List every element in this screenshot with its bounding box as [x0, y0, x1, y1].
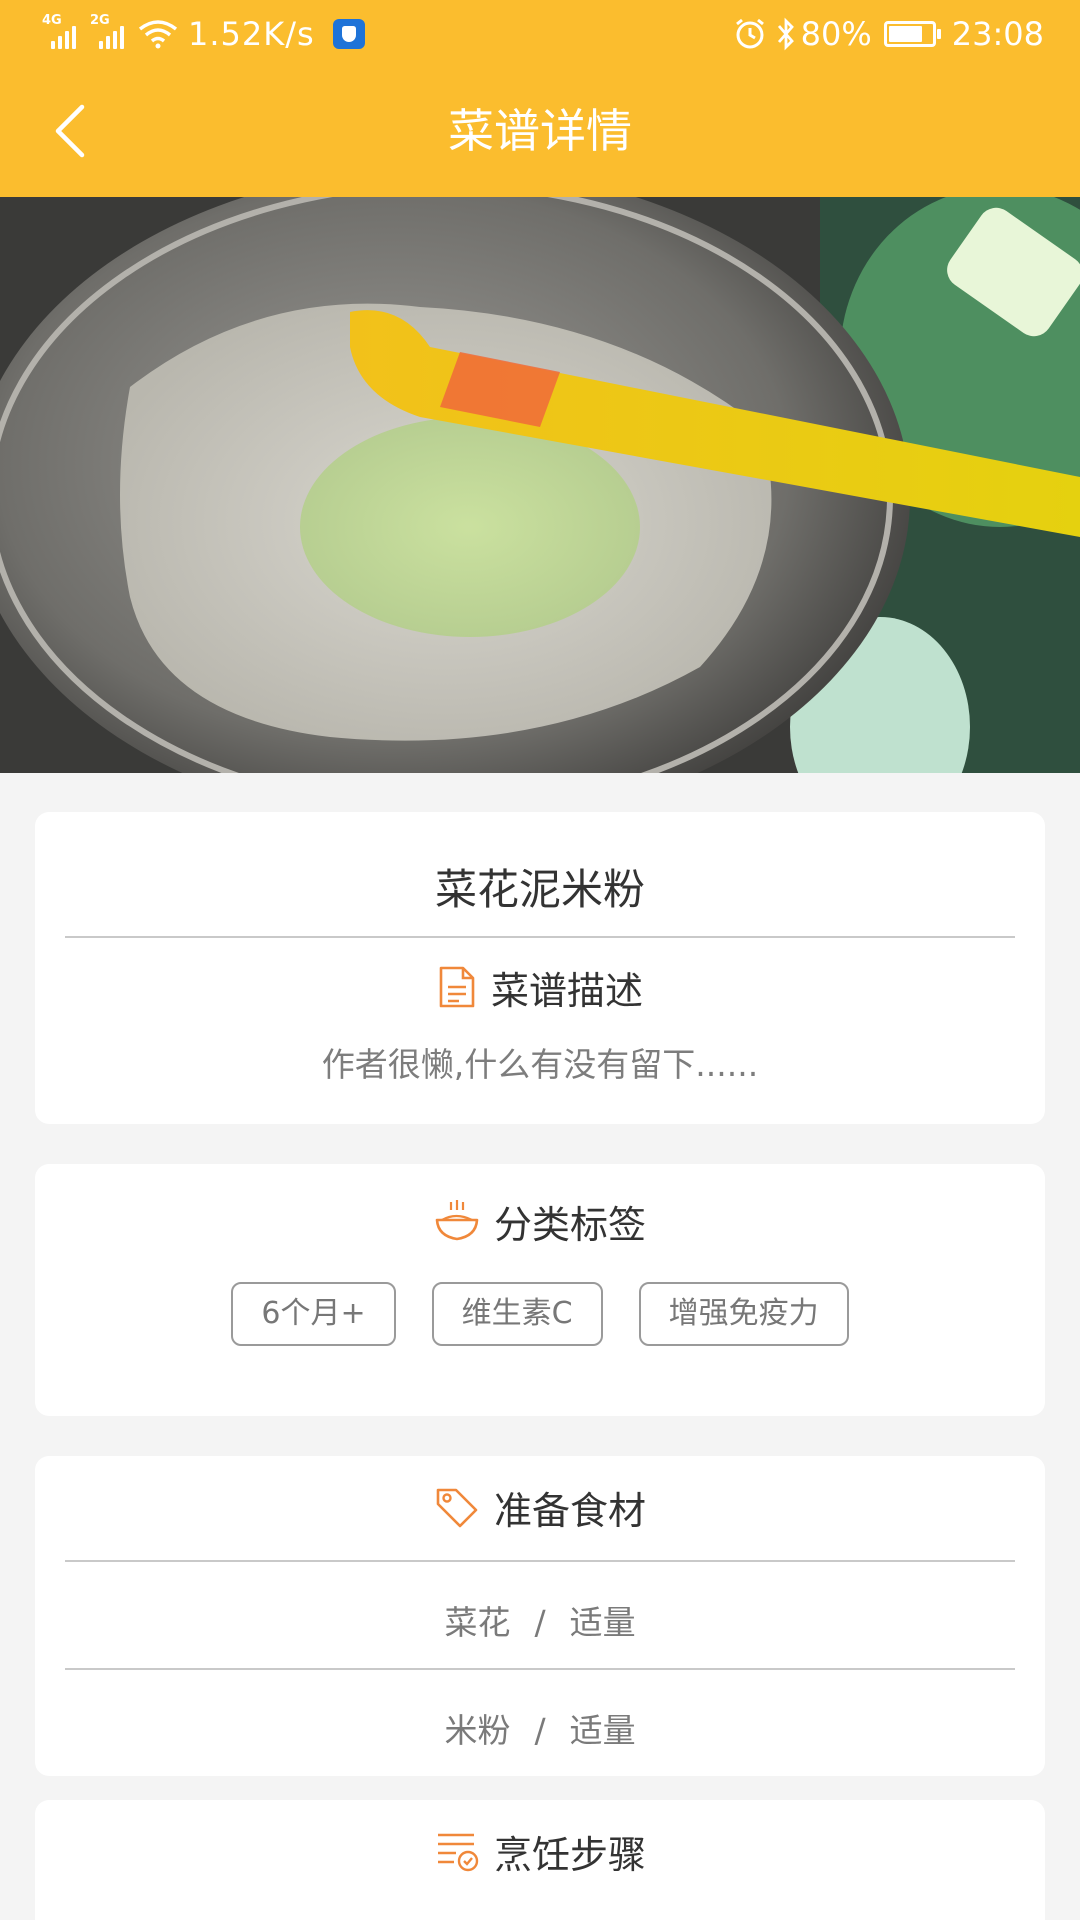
divider — [65, 1668, 1015, 1670]
recipe-info-card: 菜花泥米粉 菜谱描述 作者很懒,什么有没有留下...... — [35, 812, 1045, 1124]
recipe-photo — [0, 197, 1080, 773]
battery-percent: 80% — [800, 15, 872, 53]
document-icon — [439, 966, 475, 1008]
recipe-description: 作者很懒,什么有没有留下...... — [321, 1045, 759, 1084]
steps-section-header: 烹饪步骤 — [35, 1824, 1045, 1878]
tags-section-header: 分类标签 — [35, 1194, 1045, 1248]
divider — [65, 936, 1015, 938]
steps-section-title: 烹饪步骤 — [493, 1832, 646, 1877]
description-section-header: 菜谱描述 — [35, 960, 1045, 1014]
ingredient-separator: / — [534, 1603, 546, 1642]
tag-list: 6个月+ 维生素C 增强免疫力 — [35, 1282, 1045, 1346]
divider — [65, 1560, 1015, 1562]
app-bar: 4G 2G 1.52K/s 80% 23:08 菜谱详情 — [0, 0, 1080, 197]
network-type-label: 2G — [90, 13, 110, 28]
battery-icon — [883, 21, 941, 47]
security-shield-icon — [332, 19, 365, 49]
ingredients-card: 准备食材 菜花 / 适量 米粉 / 适量 — [35, 1456, 1045, 1776]
network-speed: 1.52K/s — [188, 15, 315, 53]
tag-chip[interactable]: 6个月+ — [231, 1282, 396, 1346]
battery-level-fill — [888, 26, 923, 42]
ingredient-amount: 适量 — [569, 1711, 636, 1750]
network-type-label: 4G — [42, 13, 62, 28]
wifi-icon — [138, 20, 178, 49]
bowl-icon — [435, 1200, 479, 1241]
ingredient-amount: 适量 — [569, 1603, 636, 1642]
alarm-icon — [735, 18, 764, 49]
bluetooth-icon — [777, 17, 794, 51]
ingredient-name: 米粉 — [444, 1711, 511, 1750]
recipe-name: 菜花泥米粉 — [434, 865, 645, 914]
ingredient-row: 菜花 / 适量 — [35, 1596, 1045, 1644]
description-section-title: 菜谱描述 — [490, 968, 643, 1013]
tags-section-title: 分类标签 — [493, 1202, 646, 1247]
page-title: 菜谱详情 — [448, 104, 632, 158]
ingredients-section-header: 准备食材 — [35, 1480, 1045, 1534]
status-bar: 4G 2G 1.52K/s 80% 23:08 — [0, 0, 1080, 66]
tags-card: 分类标签 6个月+ 维生素C 增强免疫力 — [35, 1164, 1045, 1416]
signal-icon: 2G — [90, 13, 124, 49]
ingredient-separator: / — [534, 1711, 546, 1750]
ingredient-name: 菜花 — [444, 1603, 511, 1642]
tag-icon — [436, 1488, 478, 1528]
steps-card: 烹饪步骤 — [35, 1800, 1045, 1920]
ingredient-row: 米粉 / 适量 — [35, 1704, 1045, 1752]
clock: 23:08 — [951, 15, 1044, 53]
ingredients-section-title: 准备食材 — [493, 1488, 646, 1533]
checklist-icon — [437, 1833, 479, 1872]
tag-chip[interactable]: 维生素C — [431, 1282, 603, 1346]
tag-chip[interactable]: 增强免疫力 — [638, 1282, 849, 1346]
signal-icon: 4G — [42, 13, 76, 49]
